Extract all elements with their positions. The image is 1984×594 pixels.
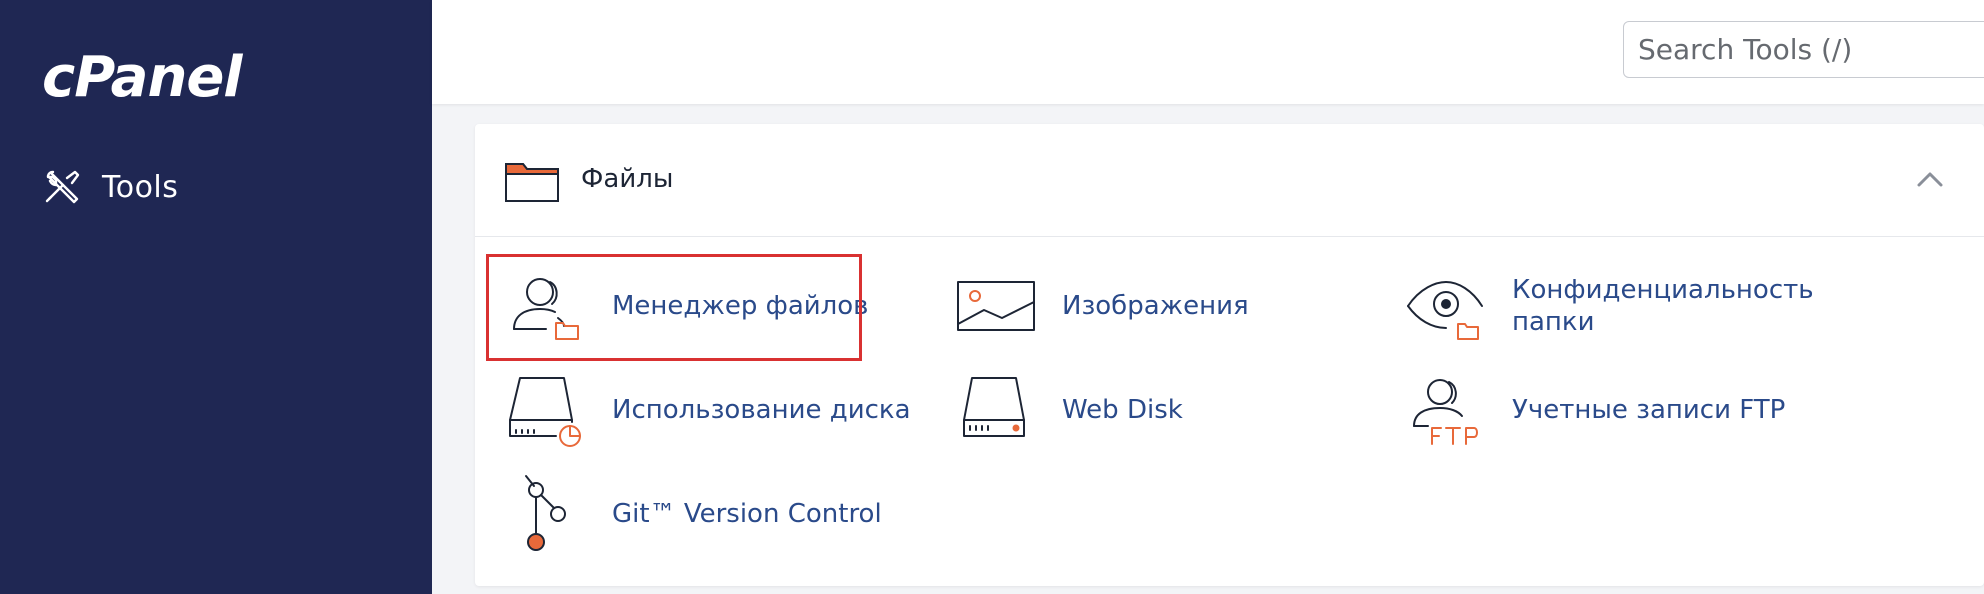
tool-label: Web Disk bbox=[1062, 395, 1183, 425]
folder-icon bbox=[505, 163, 559, 202]
tool-label: Git™ Version Control bbox=[612, 499, 882, 529]
chevron-up-icon[interactable] bbox=[1915, 168, 1945, 190]
tool-label: Изображения bbox=[1062, 291, 1249, 321]
tool-label: Использование диска bbox=[612, 395, 911, 425]
tool-directory-privacy[interactable]: Конфиденциальность папки bbox=[1406, 266, 1814, 346]
tool-git-version-control[interactable]: Git™ Version Control bbox=[506, 474, 882, 554]
tool-ftp-accounts[interactable]: Учетные записи FTP bbox=[1406, 370, 1785, 450]
sidebar-item-label: Tools bbox=[102, 169, 179, 205]
sidebar: cPanel Tools bbox=[0, 0, 432, 594]
tool-label: Конфиденциальность папки bbox=[1512, 274, 1814, 338]
file-manager-icon bbox=[513, 278, 579, 340]
ftp-accounts-icon bbox=[1413, 379, 1478, 445]
search-tools-input[interactable] bbox=[1623, 21, 1984, 78]
tool-label: Учетные записи FTP bbox=[1512, 395, 1786, 425]
tools-icon bbox=[45, 170, 80, 204]
tool-disk-usage[interactable]: Использование диска bbox=[506, 370, 911, 450]
tool-label-line: Конфиденциальность bbox=[1512, 275, 1814, 305]
sidebar-item-tools[interactable]: Tools bbox=[44, 168, 178, 206]
git-version-control-icon bbox=[525, 475, 566, 551]
section-title: Файлы bbox=[581, 164, 674, 194]
tool-images[interactable]: Изображения bbox=[956, 266, 1249, 346]
tool-label-line: папки bbox=[1512, 307, 1595, 337]
files-section-header[interactable]: Файлы bbox=[475, 124, 1984, 237]
directory-privacy-icon bbox=[1407, 281, 1483, 340]
tool-file-manager[interactable]: Менеджер файлов bbox=[506, 266, 869, 346]
images-icon bbox=[957, 281, 1035, 331]
cpanel-logo[interactable]: cPanel bbox=[42, 48, 242, 108]
tool-label: Менеджер файлов bbox=[612, 291, 869, 321]
disk-usage-icon bbox=[509, 377, 581, 447]
tool-web-disk[interactable]: Web Disk bbox=[956, 370, 1183, 450]
web-disk-icon bbox=[963, 377, 1025, 437]
